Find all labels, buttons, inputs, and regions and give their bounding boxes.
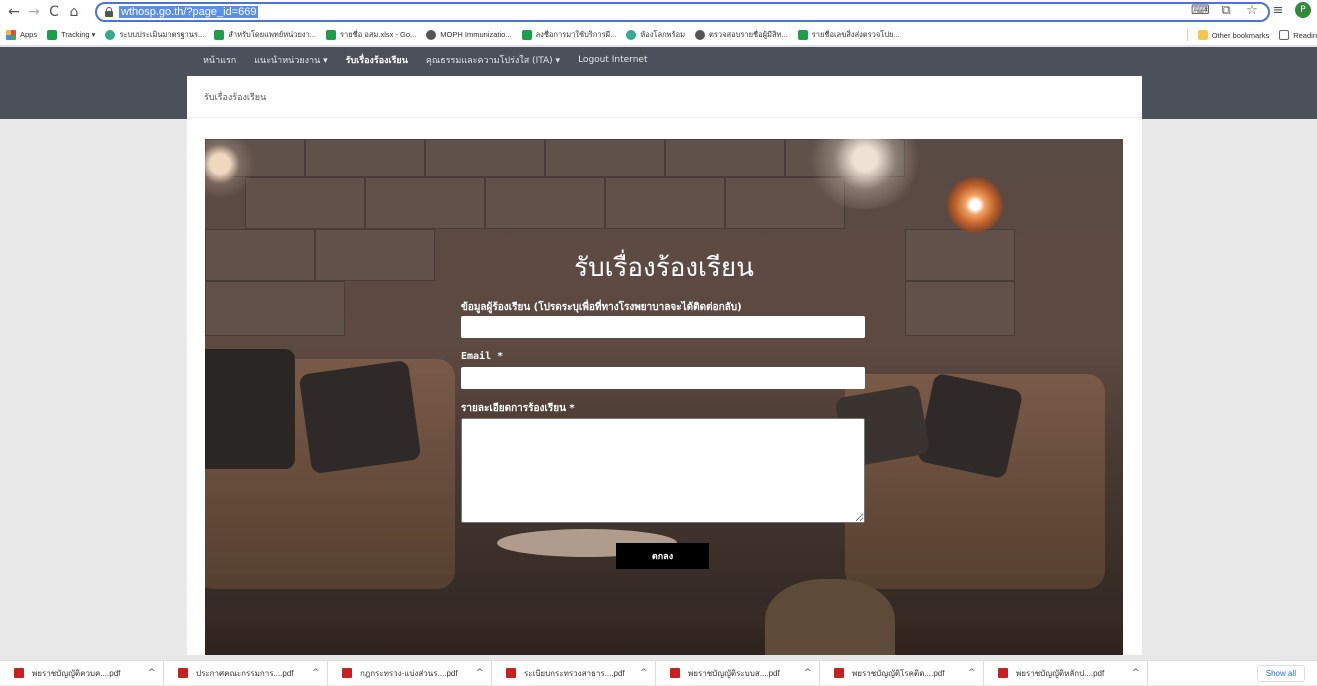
- wall-brick: [205, 281, 345, 336]
- chevron-up-icon[interactable]: ^: [148, 668, 156, 678]
- bookmark-item[interactable]: MOPH Immunizatio...: [426, 29, 512, 40]
- wall-brick: [665, 139, 785, 177]
- profile-avatar[interactable]: P: [1295, 2, 1311, 18]
- reload-icon[interactable]: C: [44, 2, 64, 22]
- contact-field[interactable]: [461, 316, 865, 338]
- wall-brick: [365, 177, 485, 229]
- nav-logout[interactable]: Logout Internet: [578, 55, 647, 65]
- bookmarks-bar: Apps Tracking ▾ ระบบประเมินมาตรฐานร... ส…: [0, 24, 1317, 46]
- bookmark-tracking[interactable]: Tracking ▾: [47, 29, 95, 40]
- breadcrumb: รับเรื่องร้องเรียน: [204, 93, 267, 103]
- content-container: รับเรื่องร้องเรียน รับเรื่องร้องเรียน ข้…: [187, 76, 1142, 655]
- wall-brick: [605, 177, 725, 229]
- bookmark-item[interactable]: ระบบประเมินมาตรฐานร...: [105, 29, 204, 41]
- download-item[interactable]: ระเบียบกระทรวงสาธาร....pdf ^: [492, 660, 656, 686]
- orange-pendant-lamp: [947, 177, 1003, 233]
- bookmark-item[interactable]: ลงชื่อการมาใช้บริการผี...: [521, 29, 616, 41]
- submit-button[interactable]: ตกลง: [616, 543, 709, 569]
- download-item[interactable]: ประกาศคณะกรรมการ....pdf ^: [164, 660, 328, 686]
- download-item[interactable]: พยราชบัญญัติโรคติด....pdf ^: [820, 660, 984, 686]
- home-icon[interactable]: ⌂: [64, 2, 84, 22]
- wall-brick: [305, 139, 425, 177]
- nav-ita[interactable]: คุณธรรมและความโปร่งใส (ITA) ▾: [426, 53, 560, 67]
- other-bookmarks[interactable]: Other bookmarks: [1197, 30, 1269, 40]
- bookmark-item[interactable]: ตรวจสอบรายชื่อผู้มีสิท...: [695, 29, 788, 41]
- chevron-up-icon[interactable]: ^: [1132, 668, 1140, 678]
- divider: [187, 117, 1142, 118]
- translate-icon[interactable]: ⌨: [1191, 3, 1210, 18]
- wall-brick: [545, 139, 665, 177]
- pdf-icon: [14, 668, 24, 678]
- hero-background-image: รับเรื่องร้องเรียน ข้อมูลผู้ร้องเรียน (โ…: [205, 139, 1123, 655]
- cushion: [205, 349, 295, 469]
- folder-icon: [1197, 30, 1208, 40]
- nav-home[interactable]: หน้าแรก: [203, 53, 236, 67]
- download-item[interactable]: กฎกระทรวง-แบ่งส่วนร....pdf ^: [328, 660, 492, 686]
- wall-brick: [485, 177, 605, 229]
- reading-list[interactable]: Readin: [1279, 30, 1317, 40]
- bookmark-apps[interactable]: Apps: [6, 29, 37, 40]
- back-arrow-icon[interactable]: ←: [4, 2, 24, 22]
- green-sheet-icon: [47, 29, 58, 40]
- wall-brick: [245, 177, 365, 229]
- cushion: [298, 359, 422, 475]
- globe-icon: [426, 29, 437, 40]
- pdf-icon: [178, 668, 188, 678]
- reading-list-icon[interactable]: ≡: [1269, 3, 1287, 18]
- bookmark-item[interactable]: ห้องโลกพร้อม: [626, 29, 685, 41]
- pdf-icon: [998, 668, 1008, 678]
- bookmark-star-icon[interactable]: ☆: [1243, 3, 1261, 18]
- forward-arrow-icon[interactable]: →: [24, 2, 44, 22]
- floor: [205, 609, 1123, 655]
- detail-label: รายละเอียดการร้องเรียน *: [461, 403, 575, 414]
- email-label: Email *: [461, 351, 504, 362]
- chevron-up-icon[interactable]: ^: [804, 668, 812, 678]
- green-sheet-icon: [326, 29, 337, 40]
- pdf-icon: [670, 668, 680, 678]
- wall-brick: [425, 139, 545, 177]
- chevron-up-icon[interactable]: ^: [968, 668, 976, 678]
- web-page: หน้าแรก แนะนำหน่วยงาน ▾ รับเรื่องร้องเรี…: [0, 47, 1317, 655]
- share-icon[interactable]: ⧉: [1217, 3, 1235, 18]
- download-item[interactable]: พยราชบัญญัติหลักป....pdf ^: [984, 660, 1148, 686]
- address-bar[interactable]: wthosp.go.th/?page_id=669: [95, 2, 1270, 22]
- chevron-up-icon[interactable]: ^: [476, 668, 484, 678]
- chevron-up-icon[interactable]: ^: [640, 668, 648, 678]
- pdf-icon: [342, 668, 352, 678]
- pdf-icon: [834, 668, 844, 678]
- divider: [1186, 29, 1188, 41]
- green-sheet-icon: [521, 29, 532, 40]
- contact-label: ข้อมูลผู้ร้องเรียน (โปรดระบุเพื่อที่ทางโ…: [461, 302, 742, 313]
- email-field[interactable]: [461, 367, 865, 389]
- bookmark-item[interactable]: สำหรับโดยแพทย์หน่วยงา...: [214, 29, 316, 41]
- chevron-up-icon[interactable]: ^: [312, 668, 320, 678]
- green-sheet-icon: [214, 29, 225, 40]
- browser-toolbar: ← → C ⌂ wthosp.go.th/?page_id=669 ⌨ ⧉ ☆ …: [0, 0, 1317, 24]
- globe-icon: [105, 29, 116, 40]
- form-title: รับเรื่องร้องเรียน: [574, 253, 754, 283]
- nav-complaint[interactable]: รับเรื่องร้องเรียน: [346, 53, 408, 67]
- pdf-icon: [506, 668, 516, 678]
- complaint-detail-textarea[interactable]: [461, 418, 865, 523]
- reading-list-icon: [1279, 30, 1290, 40]
- nav-about[interactable]: แนะนำหน่วยงาน ▾: [254, 53, 327, 67]
- bookmark-item[interactable]: รายชื่อ อสม.xlsx - Go...: [326, 29, 416, 41]
- apps-grid-icon: [6, 29, 16, 40]
- lock-icon: [105, 6, 113, 17]
- download-item[interactable]: พยราชบัญญัติควบค....pdf ^: [0, 660, 164, 686]
- plant-pot: [765, 579, 895, 655]
- globe-icon: [695, 29, 706, 40]
- bookmark-item[interactable]: รายชื่อเลขสิ่งส่งตรวจโปย...: [797, 29, 900, 41]
- download-item[interactable]: พยราชบัญญัติระบบส....pdf ^: [656, 660, 820, 686]
- globe-icon: [626, 29, 637, 40]
- site-nav: หน้าแรก แนะนำหน่วยงาน ▾ รับเรื่องร้องเรี…: [203, 47, 648, 73]
- cushion: [916, 372, 1024, 480]
- wall-brick: [905, 281, 1015, 336]
- address-url[interactable]: wthosp.go.th/?page_id=669: [119, 6, 259, 18]
- green-sheet-icon: [797, 29, 808, 40]
- download-bar: พยราชบัญญัติควบค....pdf ^ ประกาศคณะกรรมกา…: [0, 660, 1317, 686]
- show-all-button[interactable]: Show all: [1256, 665, 1305, 682]
